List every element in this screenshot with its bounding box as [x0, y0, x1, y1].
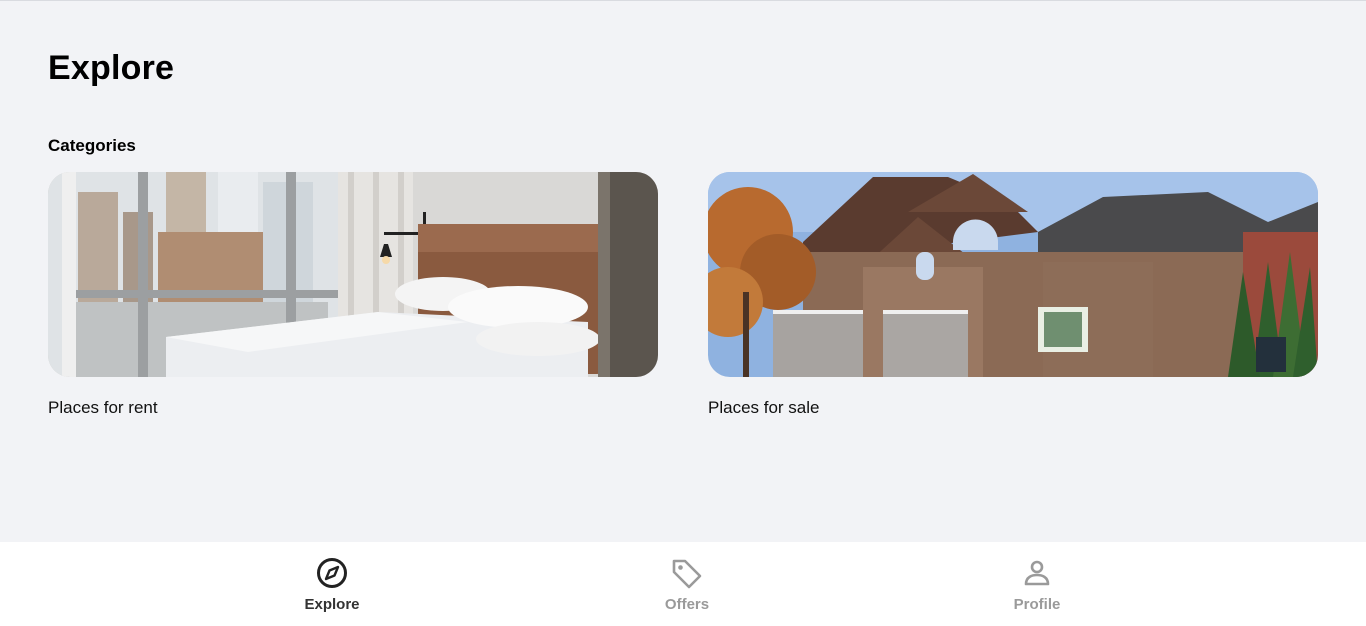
category-label-sale: Places for sale	[708, 398, 820, 417]
person-icon	[1024, 560, 1050, 586]
category-card-sale[interactable]: Places for sale	[708, 172, 1318, 418]
nav-item-explore[interactable]: Explore	[272, 556, 392, 613]
nav-label-offers: Offers	[664, 596, 710, 613]
nav-item-offers[interactable]: Offers	[627, 556, 747, 613]
categories-heading: Categories	[48, 136, 136, 155]
category-card-rent[interactable]: Places for rent	[48, 172, 658, 418]
nav-item-profile[interactable]: Profile	[977, 556, 1097, 613]
page-title: Explore	[48, 49, 175, 87]
house-photo	[708, 172, 1318, 377]
bottom-navigation: Explore Offers Profile	[0, 542, 1366, 626]
bedroom-photo	[48, 172, 658, 377]
compass-icon	[317, 558, 347, 588]
category-label-rent: Places for rent	[48, 398, 158, 417]
tag-icon	[672, 559, 702, 589]
nav-label-profile: Profile	[1013, 596, 1061, 613]
explore-page: Explore Categories Places for rent Place…	[0, 0, 1366, 626]
nav-label-explore: Explore	[304, 596, 360, 613]
